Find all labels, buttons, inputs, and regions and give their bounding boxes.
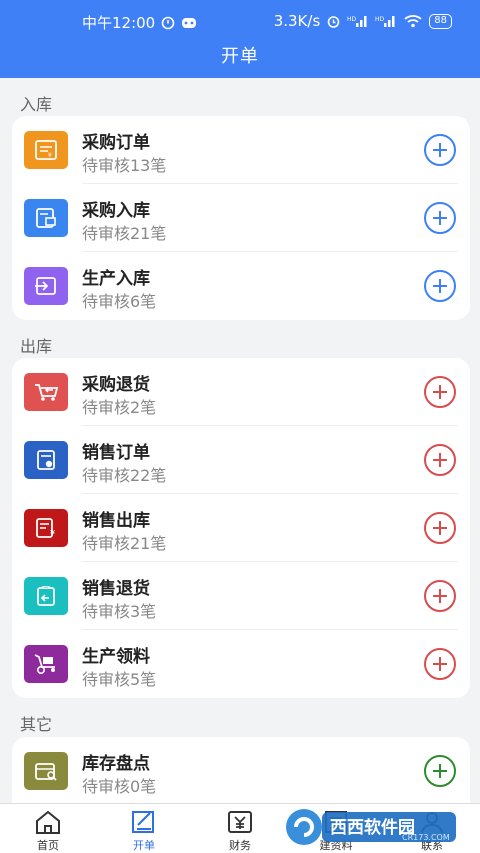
plus-icon xyxy=(433,657,447,671)
order-form-icon xyxy=(132,811,154,833)
svg-text:¥: ¥ xyxy=(48,152,52,159)
net-speed: 3.3K/s xyxy=(273,12,321,30)
item-name: 采购退货 xyxy=(82,375,150,395)
section-title-outbound: 出库 xyxy=(20,337,53,356)
list-item-purchase-return[interactable]: 采购退货 待审核2笔 xyxy=(12,358,470,426)
tab-home[interactable]: 首页 xyxy=(0,808,96,853)
purchase-return-icon xyxy=(24,373,68,411)
plus-icon xyxy=(433,385,447,399)
item-pending: 待审核0笔 xyxy=(82,777,157,796)
plus-icon xyxy=(433,453,447,467)
svg-text:HD: HD xyxy=(347,16,357,23)
sales-outbound-icon: ¥ xyxy=(24,509,68,547)
section-title-other: 其它 xyxy=(20,715,53,734)
add-button[interactable] xyxy=(424,580,456,612)
game-icon xyxy=(181,16,197,30)
home-icon xyxy=(36,810,60,834)
add-button[interactable] xyxy=(424,270,456,302)
item-pending: 待审核21笔 xyxy=(82,534,167,553)
page-title: 开单 xyxy=(221,46,259,67)
list-item-sales-order[interactable]: 销售订单 待审核22笔 xyxy=(12,426,470,494)
list-item-purchase-inbound[interactable]: 采购入库 待审核21笔 xyxy=(12,184,470,252)
tab-order[interactable]: 开单 xyxy=(96,808,192,853)
purchase-order-icon: ¥ xyxy=(24,131,68,169)
production-picking-icon xyxy=(24,645,68,683)
signal-icon: HD xyxy=(347,14,369,28)
item-pending: 待审核6笔 xyxy=(82,292,157,311)
item-name: 采购订单 xyxy=(82,133,150,153)
item-name: 生产领料 xyxy=(82,647,150,667)
signal-icon-2: HD xyxy=(375,14,397,28)
item-name: 销售出库 xyxy=(82,511,150,531)
status-time: 中午12:00 xyxy=(82,14,156,32)
item-pending: 待审核3笔 xyxy=(82,602,157,621)
tab-label: 开单 xyxy=(133,839,155,852)
item-pending: 待审核22笔 xyxy=(82,466,167,485)
item-pending: 待审核2笔 xyxy=(82,398,157,417)
list-item-production-picking[interactable]: 生产领料 待审核5笔 xyxy=(12,630,470,698)
alarm-icon xyxy=(326,14,341,29)
finance-yen-icon xyxy=(228,811,252,833)
item-name: 生产入库 xyxy=(82,269,150,289)
battery-indicator: 88 xyxy=(429,13,452,29)
add-button[interactable] xyxy=(424,444,456,476)
plus-icon xyxy=(433,589,447,603)
item-pending: 待审核13笔 xyxy=(82,156,167,175)
add-button[interactable] xyxy=(424,512,456,544)
add-button[interactable] xyxy=(424,134,456,166)
list-item-purchase-order[interactable]: ¥ 采购订单 待审核13笔 xyxy=(12,116,470,184)
add-button[interactable] xyxy=(424,648,456,680)
watermark-url: CR173.COM xyxy=(402,833,450,842)
add-button[interactable] xyxy=(424,202,456,234)
item-name: 销售订单 xyxy=(82,443,150,463)
timer-icon xyxy=(161,16,175,30)
tab-finance[interactable]: 财务 xyxy=(192,808,288,853)
item-name: 采购入库 xyxy=(82,201,150,221)
add-button[interactable] xyxy=(424,755,456,787)
item-name: 库存盘点 xyxy=(82,754,150,774)
plus-icon xyxy=(433,143,447,157)
wifi-icon xyxy=(403,14,423,28)
plus-icon xyxy=(433,521,447,535)
purchase-inbound-icon xyxy=(24,199,68,237)
card-inbound: ¥ 采购订单 待审核13笔 采购入库 待审核21笔 生产入库 待审核6笔 xyxy=(12,116,470,320)
app-header: 中午12:00 3.3K/s HD HD 88 开单 xyxy=(0,0,480,78)
stock-count-icon xyxy=(24,752,68,790)
plus-icon xyxy=(433,764,447,778)
list-item-sales-outbound[interactable]: ¥ 销售出库 待审核21笔 xyxy=(12,494,470,562)
sales-order-icon xyxy=(24,441,68,479)
plus-icon xyxy=(433,211,447,225)
production-inbound-icon xyxy=(24,267,68,305)
tab-label: 财务 xyxy=(229,839,251,852)
item-name: 销售退货 xyxy=(82,579,150,599)
list-item-sales-return[interactable]: 销售退货 待审核3笔 xyxy=(12,562,470,630)
plus-icon xyxy=(433,279,447,293)
svg-text:¥: ¥ xyxy=(50,529,55,538)
item-pending: 待审核5笔 xyxy=(82,670,157,689)
tab-label: 首页 xyxy=(37,839,59,852)
add-button[interactable] xyxy=(424,376,456,408)
card-outbound: 采购退货 待审核2笔 销售订单 待审核22笔 ¥ 销售出库 待审核21笔 销售退… xyxy=(12,358,470,698)
list-item-stock-count[interactable]: 库存盘点 待审核0笔 xyxy=(12,737,470,805)
item-pending: 待审核21笔 xyxy=(82,224,167,243)
svg-text:HD: HD xyxy=(375,16,385,23)
list-item-production-inbound[interactable]: 生产入库 待审核6笔 xyxy=(12,252,470,320)
site-watermark: 西西软件园 CR173.COM xyxy=(282,804,462,850)
sales-return-icon xyxy=(24,577,68,615)
status-bar: 中午12:00 3.3K/s HD HD 88 xyxy=(0,0,480,42)
section-title-inbound: 入库 xyxy=(20,95,53,114)
